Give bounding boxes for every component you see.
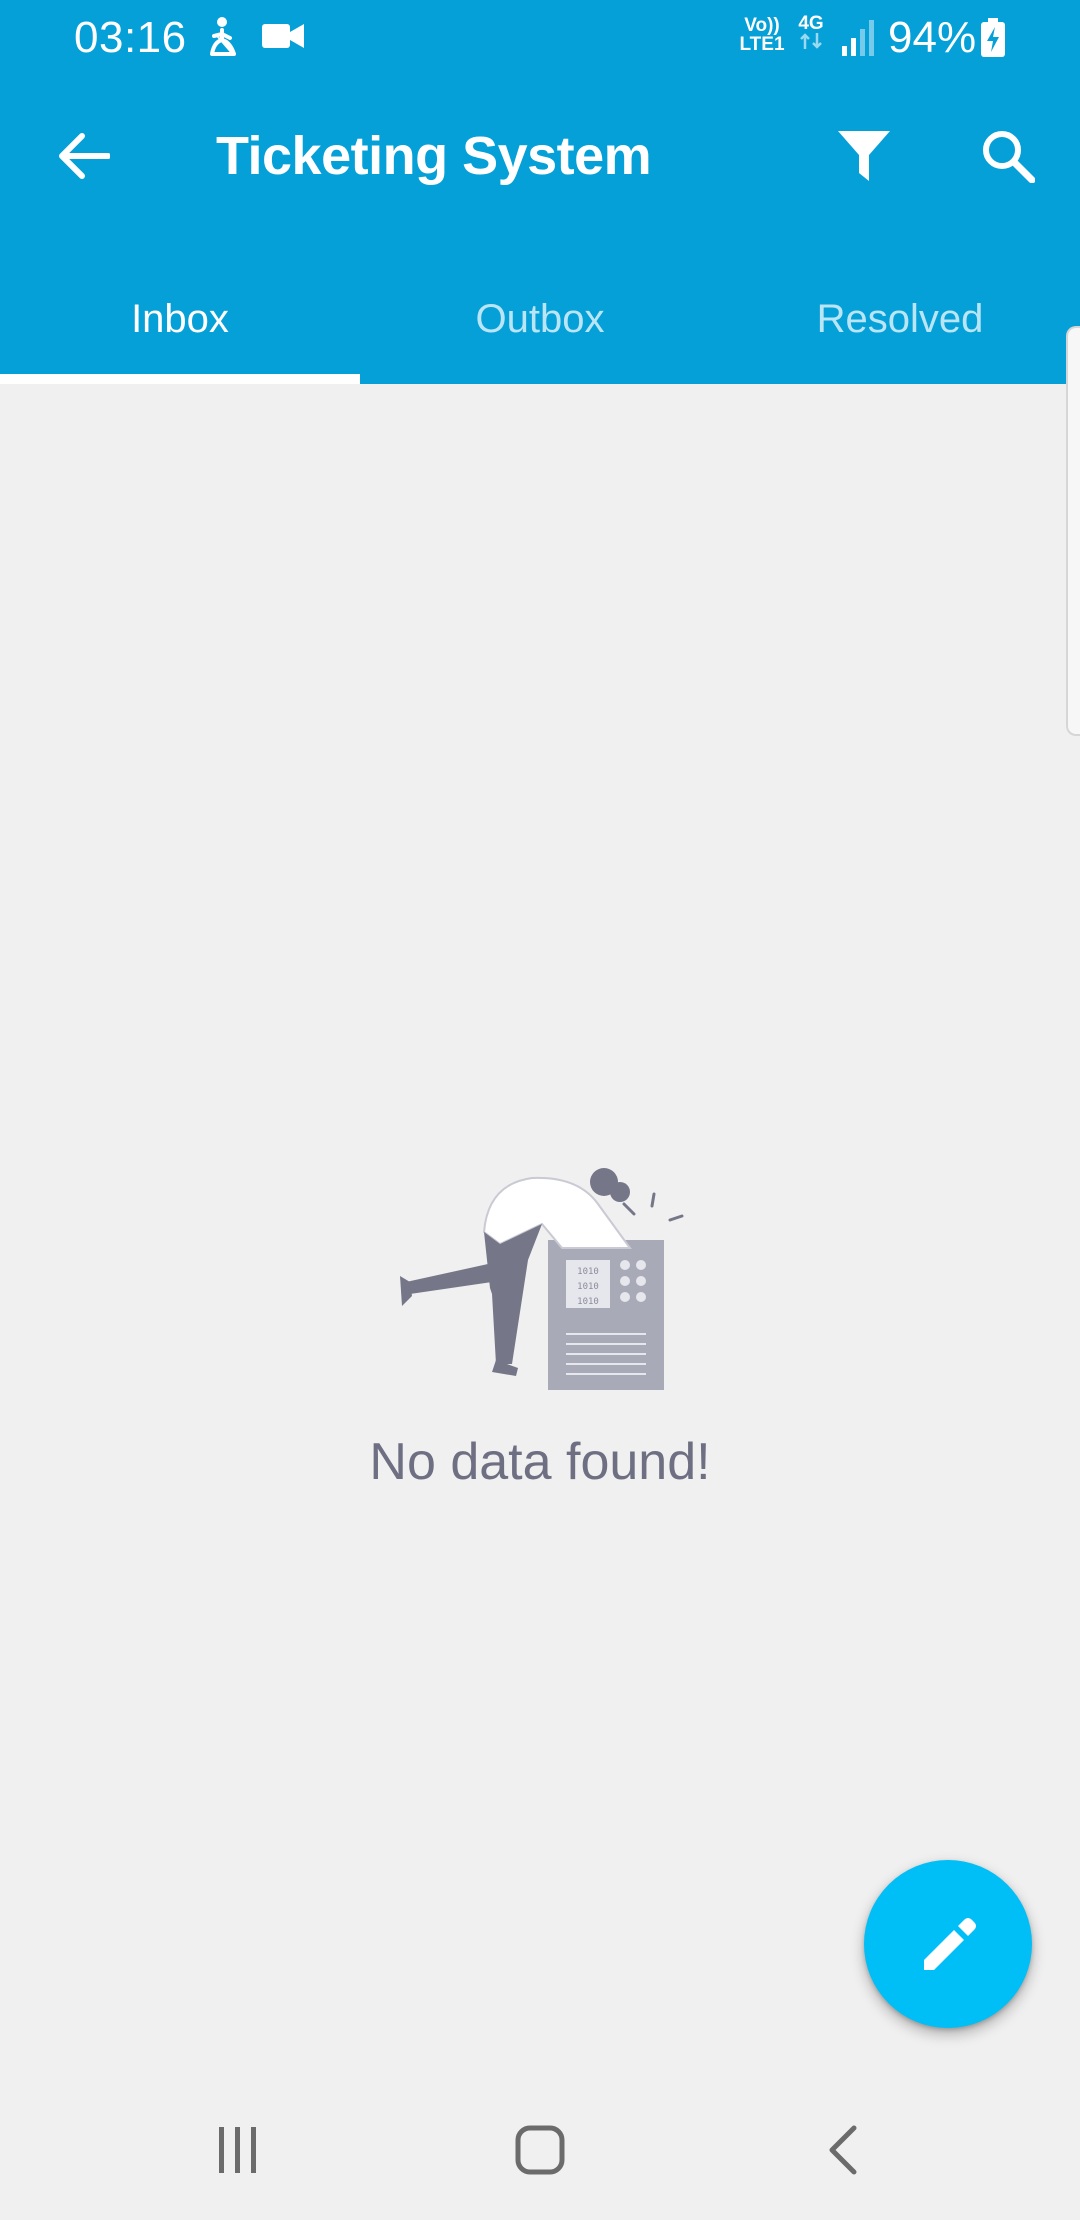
home-icon [515, 2125, 565, 2175]
nav-back-button[interactable] [782, 2102, 902, 2198]
status-bar: 03:16 Vo)) LTE1 4G 94% [0, 0, 1080, 76]
empty-state-message: No data found! [369, 1433, 711, 1491]
network-label-text: Vo)) LTE1 [739, 15, 785, 55]
data-arrows-icon [800, 33, 822, 49]
recent-apps-button[interactable] [178, 2102, 298, 2198]
binary-text: 1010 [577, 1267, 599, 1277]
ticketing-screen: 03:16 Vo)) LTE1 4G 94% Ticketing System … [0, 0, 1080, 2220]
arrow-back-icon [59, 133, 110, 179]
pencil-icon [924, 1918, 976, 1970]
network-label: Vo)) LTE1 [738, 16, 786, 54]
signal-icon [842, 20, 876, 61]
network-type: 4G [796, 14, 826, 53]
recent-apps-icon [219, 2127, 256, 2173]
empty-state-illustration: 1010 1010 1010 [392, 1164, 692, 1404]
network-type-text: 4G [798, 13, 824, 34]
accessibility-icon [206, 14, 240, 63]
tab-inbox[interactable]: Inbox [0, 262, 360, 384]
filter-icon [838, 131, 890, 181]
tab-outbox-label: Outbox [475, 296, 605, 341]
back-icon [829, 2125, 857, 2175]
search-button[interactable] [960, 108, 1056, 204]
header: 03:16 Vo)) LTE1 4G 94% Ticketing System … [0, 0, 1080, 384]
page-title: Ticketing System [216, 126, 652, 186]
filter-button[interactable] [816, 108, 912, 204]
status-time: 03:16 [74, 13, 187, 62]
app-bar: Ticketing System [0, 76, 1080, 236]
video-camera-icon [262, 22, 304, 55]
system-nav-bar [0, 2078, 1080, 2220]
tab-resolved[interactable]: Resolved [720, 262, 1080, 384]
tab-resolved-label: Resolved [816, 296, 984, 341]
active-tab-indicator [0, 374, 360, 384]
battery-charging-icon [980, 18, 1006, 63]
edge-panel-handle[interactable] [1066, 326, 1080, 736]
compose-fab[interactable] [864, 1860, 1032, 2028]
search-icon [983, 131, 1035, 183]
binary-text: 1010 [577, 1282, 599, 1292]
battery-percentage: 94% [888, 13, 977, 62]
tab-bar: Inbox Outbox Resolved [0, 262, 1080, 384]
binary-text: 1010 [577, 1297, 599, 1307]
tab-inbox-label: Inbox [131, 296, 229, 341]
back-button[interactable] [36, 108, 132, 204]
tab-outbox[interactable]: Outbox [360, 262, 720, 384]
home-button[interactable] [480, 2102, 600, 2198]
